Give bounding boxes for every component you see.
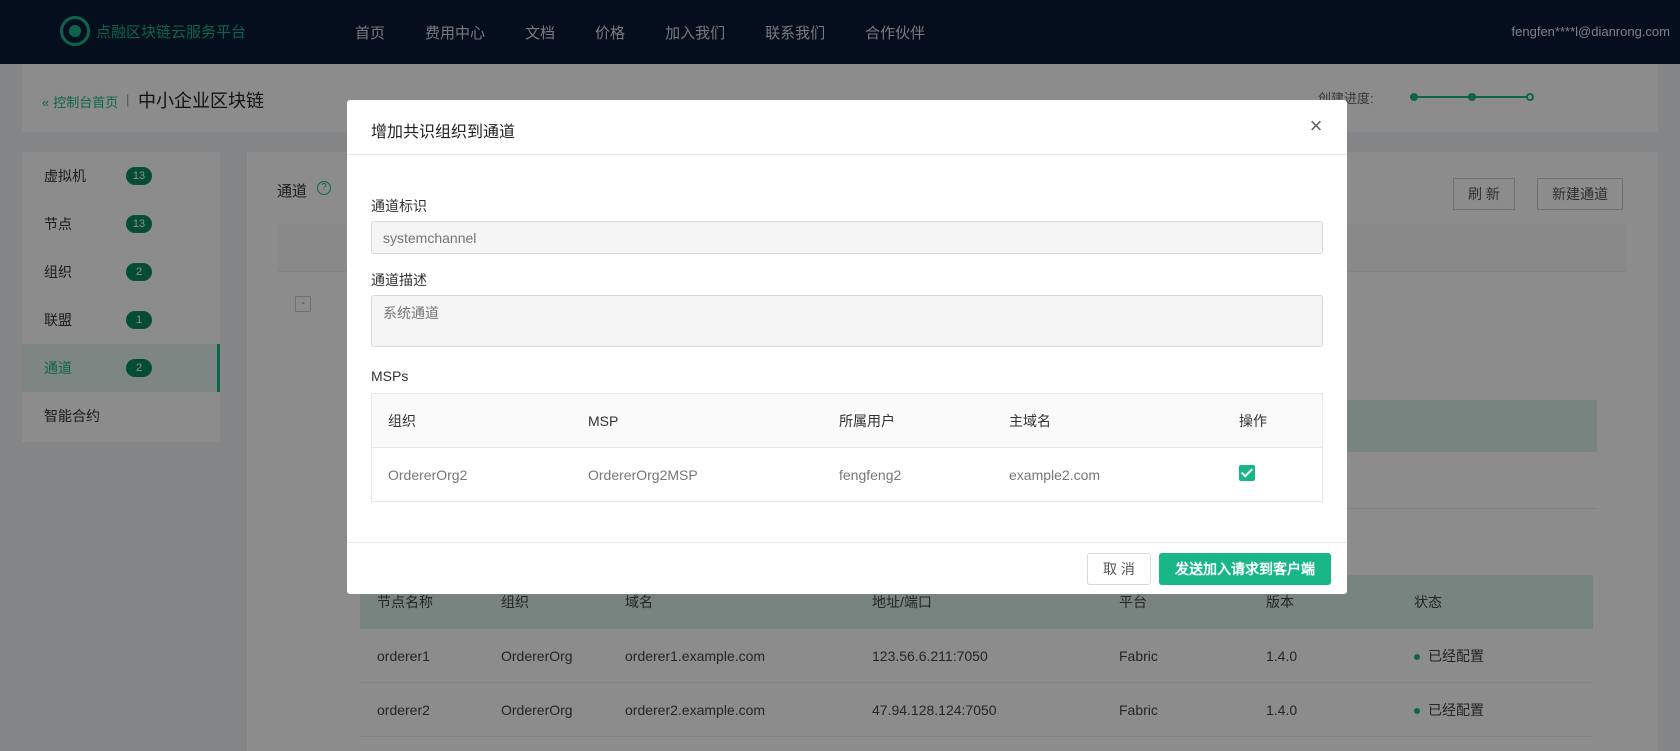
select-checkbox[interactable]	[1239, 465, 1255, 481]
msp-table-header: 组织 MSP 所属用户 主域名 操作	[372, 394, 1322, 448]
close-icon[interactable]: ×	[1305, 115, 1327, 138]
dialog-title: 增加共识组织到通道	[371, 124, 516, 141]
channel-desc-label: 通道描述	[371, 272, 427, 288]
table-cell: OrdererOrg2MSP	[588, 466, 698, 483]
dialog-header: 增加共识组织到通道 ×	[347, 100, 1347, 155]
table-cell: example2.com	[1009, 466, 1101, 483]
msps-label: MSPs	[371, 368, 409, 384]
channel-id-input[interactable]	[371, 221, 1323, 254]
column-header: 操作	[1239, 412, 1267, 429]
dialog-footer: 取 消 发送加入请求到客户端	[347, 542, 1347, 594]
column-header: MSP	[588, 412, 619, 429]
msp-table: 组织 MSP 所属用户 主域名 操作 OrdererOrg2 OrdererOr…	[371, 393, 1323, 502]
action-cell	[1239, 465, 1322, 484]
column-header: 主域名	[1009, 412, 1051, 429]
send-join-request-button[interactable]: 发送加入请求到客户端	[1159, 553, 1331, 585]
table-row: OrdererOrg2 OrdererOrg2MSP fengfeng2 exa…	[372, 448, 1322, 501]
table-cell: OrdererOrg2	[388, 466, 468, 483]
add-consensus-org-dialog: 增加共识组织到通道 × 通道标识 通道描述 MSPs 组织 MSP 所属用户 主…	[347, 100, 1347, 594]
cancel-button[interactable]: 取 消	[1087, 553, 1151, 585]
table-cell: fengfeng2	[839, 466, 902, 483]
column-header: 所属用户	[839, 412, 895, 429]
channel-id-label: 通道标识	[371, 198, 427, 214]
column-header: 组织	[388, 412, 416, 429]
channel-desc-textarea[interactable]	[371, 295, 1323, 347]
